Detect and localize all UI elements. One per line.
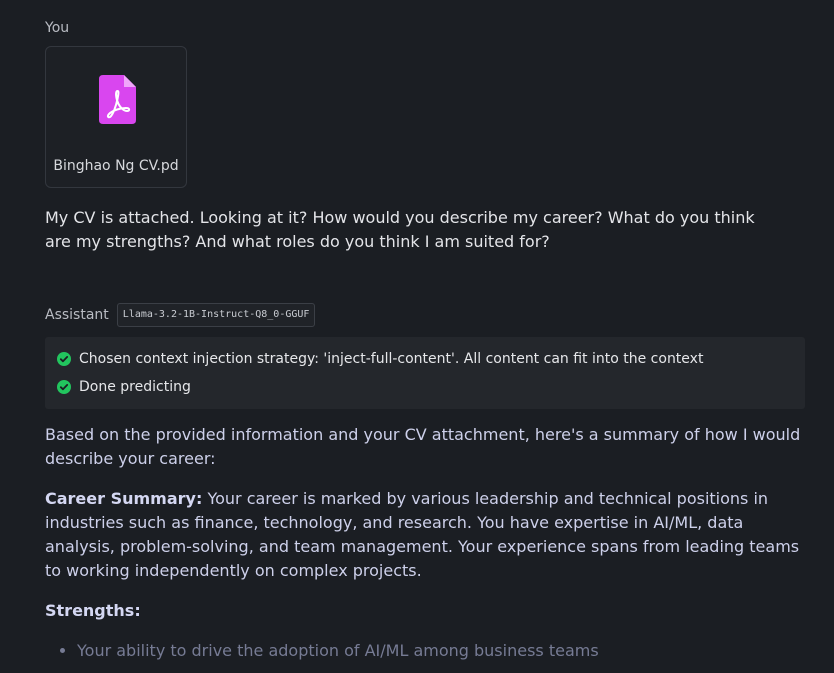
assistant-response: Based on the provided information and yo… <box>45 423 805 663</box>
status-panel: Chosen context injection strategy: 'inje… <box>45 337 805 409</box>
user-role-label: You <box>45 20 70 36</box>
attachment-card[interactable]: Binghao Ng CV.pd <box>45 46 187 188</box>
attachment-filename: Binghao Ng CV.pd <box>53 158 179 174</box>
model-badge: Llama-3.2-1B-Instruct-Q8_0-GGUF <box>116 303 316 327</box>
response-intro: Based on the provided information and yo… <box>45 425 801 468</box>
strengths-list: Your ability to drive the adoption of AI… <box>45 639 805 663</box>
chat-thread: You Binghao Ng CV.pd My CV is attached. … <box>0 0 834 673</box>
assistant-role-label: Assistant <box>45 307 109 323</box>
check-circle-icon <box>57 352 71 366</box>
strengths-heading: Strengths: <box>45 601 141 620</box>
user-message-text: My CV is attached. Looking at it? How wo… <box>45 208 755 251</box>
list-item: Your ability to drive the adoption of AI… <box>77 639 805 663</box>
pdf-file-icon <box>99 75 136 124</box>
status-item: Done predicting <box>57 375 805 399</box>
status-item: Chosen context injection strategy: 'inje… <box>57 347 805 371</box>
career-summary-label: Career Summary: <box>45 489 203 508</box>
career-summary-paragraph: Career Summary: Your career is marked by… <box>45 487 805 583</box>
status-text: Chosen context injection strategy: 'inje… <box>79 351 704 367</box>
assistant-header: Assistant Llama-3.2-1B-Instruct-Q8_0-GGU… <box>45 302 316 328</box>
status-text: Done predicting <box>79 379 191 395</box>
check-circle-icon <box>57 380 71 394</box>
